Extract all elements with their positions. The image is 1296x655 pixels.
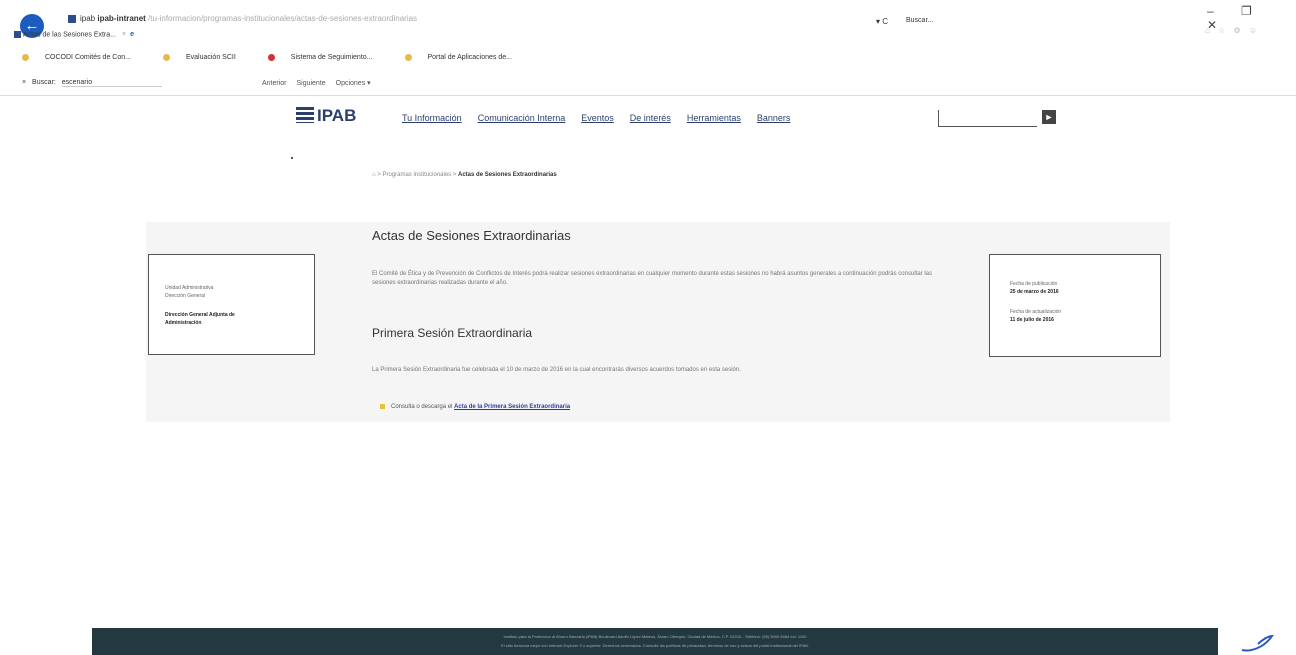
bullet-icon — [380, 404, 385, 409]
favorite-icon — [22, 54, 29, 61]
upd-date: 11 de julio de 2016 — [1010, 317, 1054, 323]
dates-box: Fecha de publicación 25 de marzo de 2016… — [989, 254, 1161, 357]
section-title: Primera Sesión Extraordinaria — [372, 326, 533, 340]
address-bar[interactable]: ipab ipab-intranet /tu-informacion/progr… — [68, 14, 417, 23]
pub-label: Fecha de publicación — [1010, 281, 1058, 287]
chrome-divider — [0, 95, 1296, 96]
find-bar: × Buscar: escenario — [22, 79, 166, 87]
breadcrumb[interactable]: ⌂ > Programas institucionales > Actas de… — [372, 172, 557, 178]
site-search-input[interactable] — [938, 110, 1037, 127]
site-footer: Instituto para la Protección al Ahorro B… — [92, 628, 1218, 655]
nav-item[interactable]: Banners — [757, 113, 791, 123]
find-next-button[interactable]: Siguiente — [296, 80, 325, 87]
page-title: Actas de Sesiones Extraordinarias — [372, 228, 571, 243]
upd-label: Fecha de actualización — [1010, 309, 1062, 315]
favorite-icon — [404, 54, 412, 61]
favorite-icon — [267, 54, 275, 61]
section-text: La Primera Sesión Extraordinaria fue cel… — [372, 367, 741, 373]
nav-item[interactable]: Tu Información — [402, 113, 462, 123]
favorites-bar: COCODI Comités de Con... Evaluación SCII S… — [22, 54, 544, 61]
main-nav: Tu Información Comunicación Interna Evento… — [402, 113, 806, 123]
logo-bars-icon — [296, 107, 314, 123]
site-logo[interactable]: IPAB — [296, 106, 356, 126]
browser-tab[interactable]: Actas de las Sesiones Extra... × e — [14, 31, 134, 38]
nav-item[interactable]: Eventos — [581, 113, 614, 123]
nav-item[interactable]: De interés — [630, 113, 671, 123]
find-input[interactable]: escenario — [61, 79, 162, 87]
find-controls: Anterior Siguiente Opciones ▾ — [262, 79, 379, 87]
nav-item[interactable]: Herramientas — [687, 113, 741, 123]
favorite-item[interactable]: Sistema de Seguimiento... — [267, 54, 389, 61]
site-search-button[interactable]: ► — [1042, 110, 1056, 124]
unit-label-2: Dirección General — [165, 293, 206, 299]
pub-date: 25 de marzo de 2016 — [1010, 289, 1059, 295]
unit-label: Unidad Administrativa — [165, 285, 214, 291]
browser-search-input[interactable]: Buscar... — [906, 17, 933, 24]
address-host: ipab-intranet — [97, 14, 146, 23]
unit-name-2: Administración — [165, 320, 202, 326]
new-tab-icon[interactable]: e — [130, 31, 134, 38]
favorite-item[interactable]: COCODI Comités de Con... — [22, 54, 147, 61]
find-prev-button[interactable]: Anterior — [262, 80, 287, 87]
footer-line-1: Instituto para la Protección al Ahorro B… — [503, 634, 807, 639]
favorite-item[interactable]: Evaluación SCII — [162, 54, 252, 61]
dot-decoration — [291, 157, 293, 159]
find-options-button[interactable]: Opciones ▾ — [336, 80, 371, 87]
download-link[interactable]: Acta de la Primera Sesión Extraordinaria — [454, 404, 570, 410]
tab-close-icon[interactable]: × — [122, 31, 126, 38]
toolbar-icons[interactable]: ⌂ ☆ ⚙ ☺ — [1205, 26, 1260, 35]
footer-line-2: El sitio funciona mejor con Internet Exp… — [501, 643, 809, 648]
favorite-item[interactable]: Portal de Aplicaciones de... — [404, 54, 528, 61]
favorite-icon — [162, 54, 170, 61]
unit-info-box: Unidad Administrativa Dirección General … — [148, 254, 315, 355]
nav-item[interactable]: Comunicación Interna — [478, 113, 566, 123]
tab-favicon-icon — [14, 31, 21, 38]
find-close-icon[interactable]: × — [22, 79, 26, 86]
refresh-icon[interactable]: ▾ C — [876, 17, 888, 26]
pen-mark-icon — [1241, 634, 1274, 652]
address-path: /tu-informacion/programas-institucionale… — [148, 14, 418, 23]
site-favicon-icon — [68, 14, 76, 23]
tab-title: Actas de las Sesiones Extra... — [23, 31, 116, 39]
unit-name: Dirección General Adjunta de — [165, 312, 235, 318]
download-item: Consulta o descarga el Acta de la Primer… — [380, 404, 570, 410]
find-label: Buscar: — [32, 79, 56, 86]
intro-text: El Comité de Ética y de Prevención de Co… — [372, 271, 932, 286]
